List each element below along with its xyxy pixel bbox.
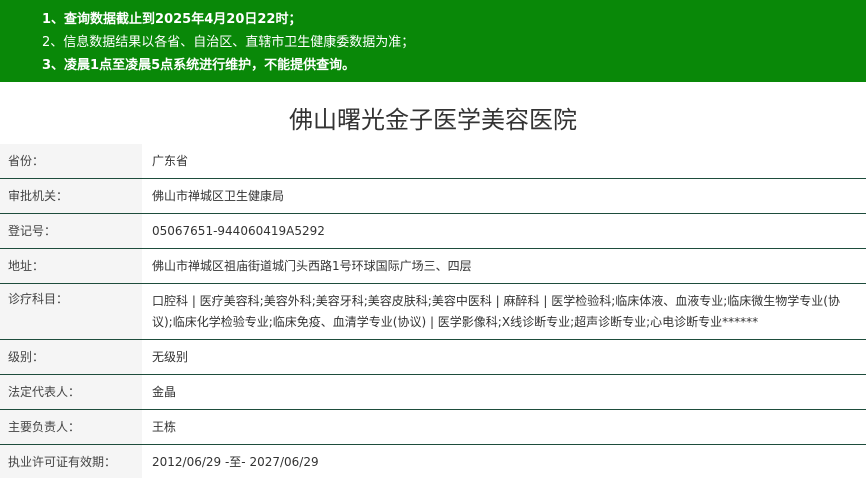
table-row: 主要负责人： 王栋 — [0, 409, 866, 445]
row-value-departments: 口腔科 | 医疗美容科;美容外科;美容牙科;美容皮肤科;美容中医科 | 麻醉科 … — [142, 283, 866, 340]
row-value-level: 无级别 — [142, 339, 866, 375]
row-value-license-validity: 2012/06/29 -至- 2027/06/29 — [142, 444, 866, 478]
row-value-province: 广东省 — [142, 144, 866, 179]
row-label-address: 地址： — [0, 248, 142, 284]
row-value-approval-authority: 佛山市禅城区卫生健康局 — [142, 178, 866, 214]
row-label-main-person-in-charge: 主要负责人： — [0, 409, 142, 445]
table-row: 执业许可证有效期： 2012/06/29 -至- 2027/06/29 — [0, 444, 866, 478]
table-row: 级别： 无级别 — [0, 339, 866, 375]
row-label-departments: 诊疗科目： — [0, 283, 142, 340]
notice-line-2: 2、信息数据结果以各省、自治区、直辖市卫生健康委数据为准； — [42, 35, 415, 50]
row-value-legal-representative: 金晶 — [142, 374, 866, 410]
row-label-license-validity: 执业许可证有效期： — [0, 444, 142, 478]
row-label-legal-representative: 法定代表人： — [0, 374, 142, 410]
table-row: 地址： 佛山市禅城区祖庙街道城门头西路1号环球国际广场三、四层 — [0, 248, 866, 284]
row-label-level: 级别： — [0, 339, 142, 375]
table-row: 诊疗科目： 口腔科 | 医疗美容科;美容外科;美容牙科;美容皮肤科;美容中医科 … — [0, 283, 866, 340]
row-value-main-person-in-charge: 王栋 — [142, 409, 866, 445]
row-value-registration-number: 05067651-944060419A5292 — [142, 213, 866, 249]
row-label-registration-number: 登记号： — [0, 213, 142, 249]
hospital-title: 佛山曙光金子医学美容医院 — [289, 106, 577, 134]
hospital-info-table: 省份： 广东省 审批机关： 佛山市禅城区卫生健康局 登记号： 05067651-… — [0, 144, 866, 478]
table-row: 登记号： 05067651-944060419A5292 — [0, 213, 866, 249]
table-row: 审批机关： 佛山市禅城区卫生健康局 — [0, 178, 866, 214]
table-row: 法定代表人： 金晶 — [0, 374, 866, 410]
notice-line-1: 1、查询数据截止到2025年4月20日22时； — [42, 12, 302, 27]
row-value-address: 佛山市禅城区祖庙街道城门头西路1号环球国际广场三、四层 — [142, 248, 866, 284]
table-row: 省份： 广东省 — [0, 144, 866, 179]
notice-banner: 1、查询数据截止到2025年4月20日22时； 2、信息数据结果以各省、自治区、… — [0, 0, 866, 82]
row-label-approval-authority: 审批机关： — [0, 178, 142, 214]
row-label-province: 省份： — [0, 144, 142, 179]
notice-line-3: 3、凌晨1点至凌晨5点系统进行维护，不能提供查询。 — [42, 58, 356, 73]
